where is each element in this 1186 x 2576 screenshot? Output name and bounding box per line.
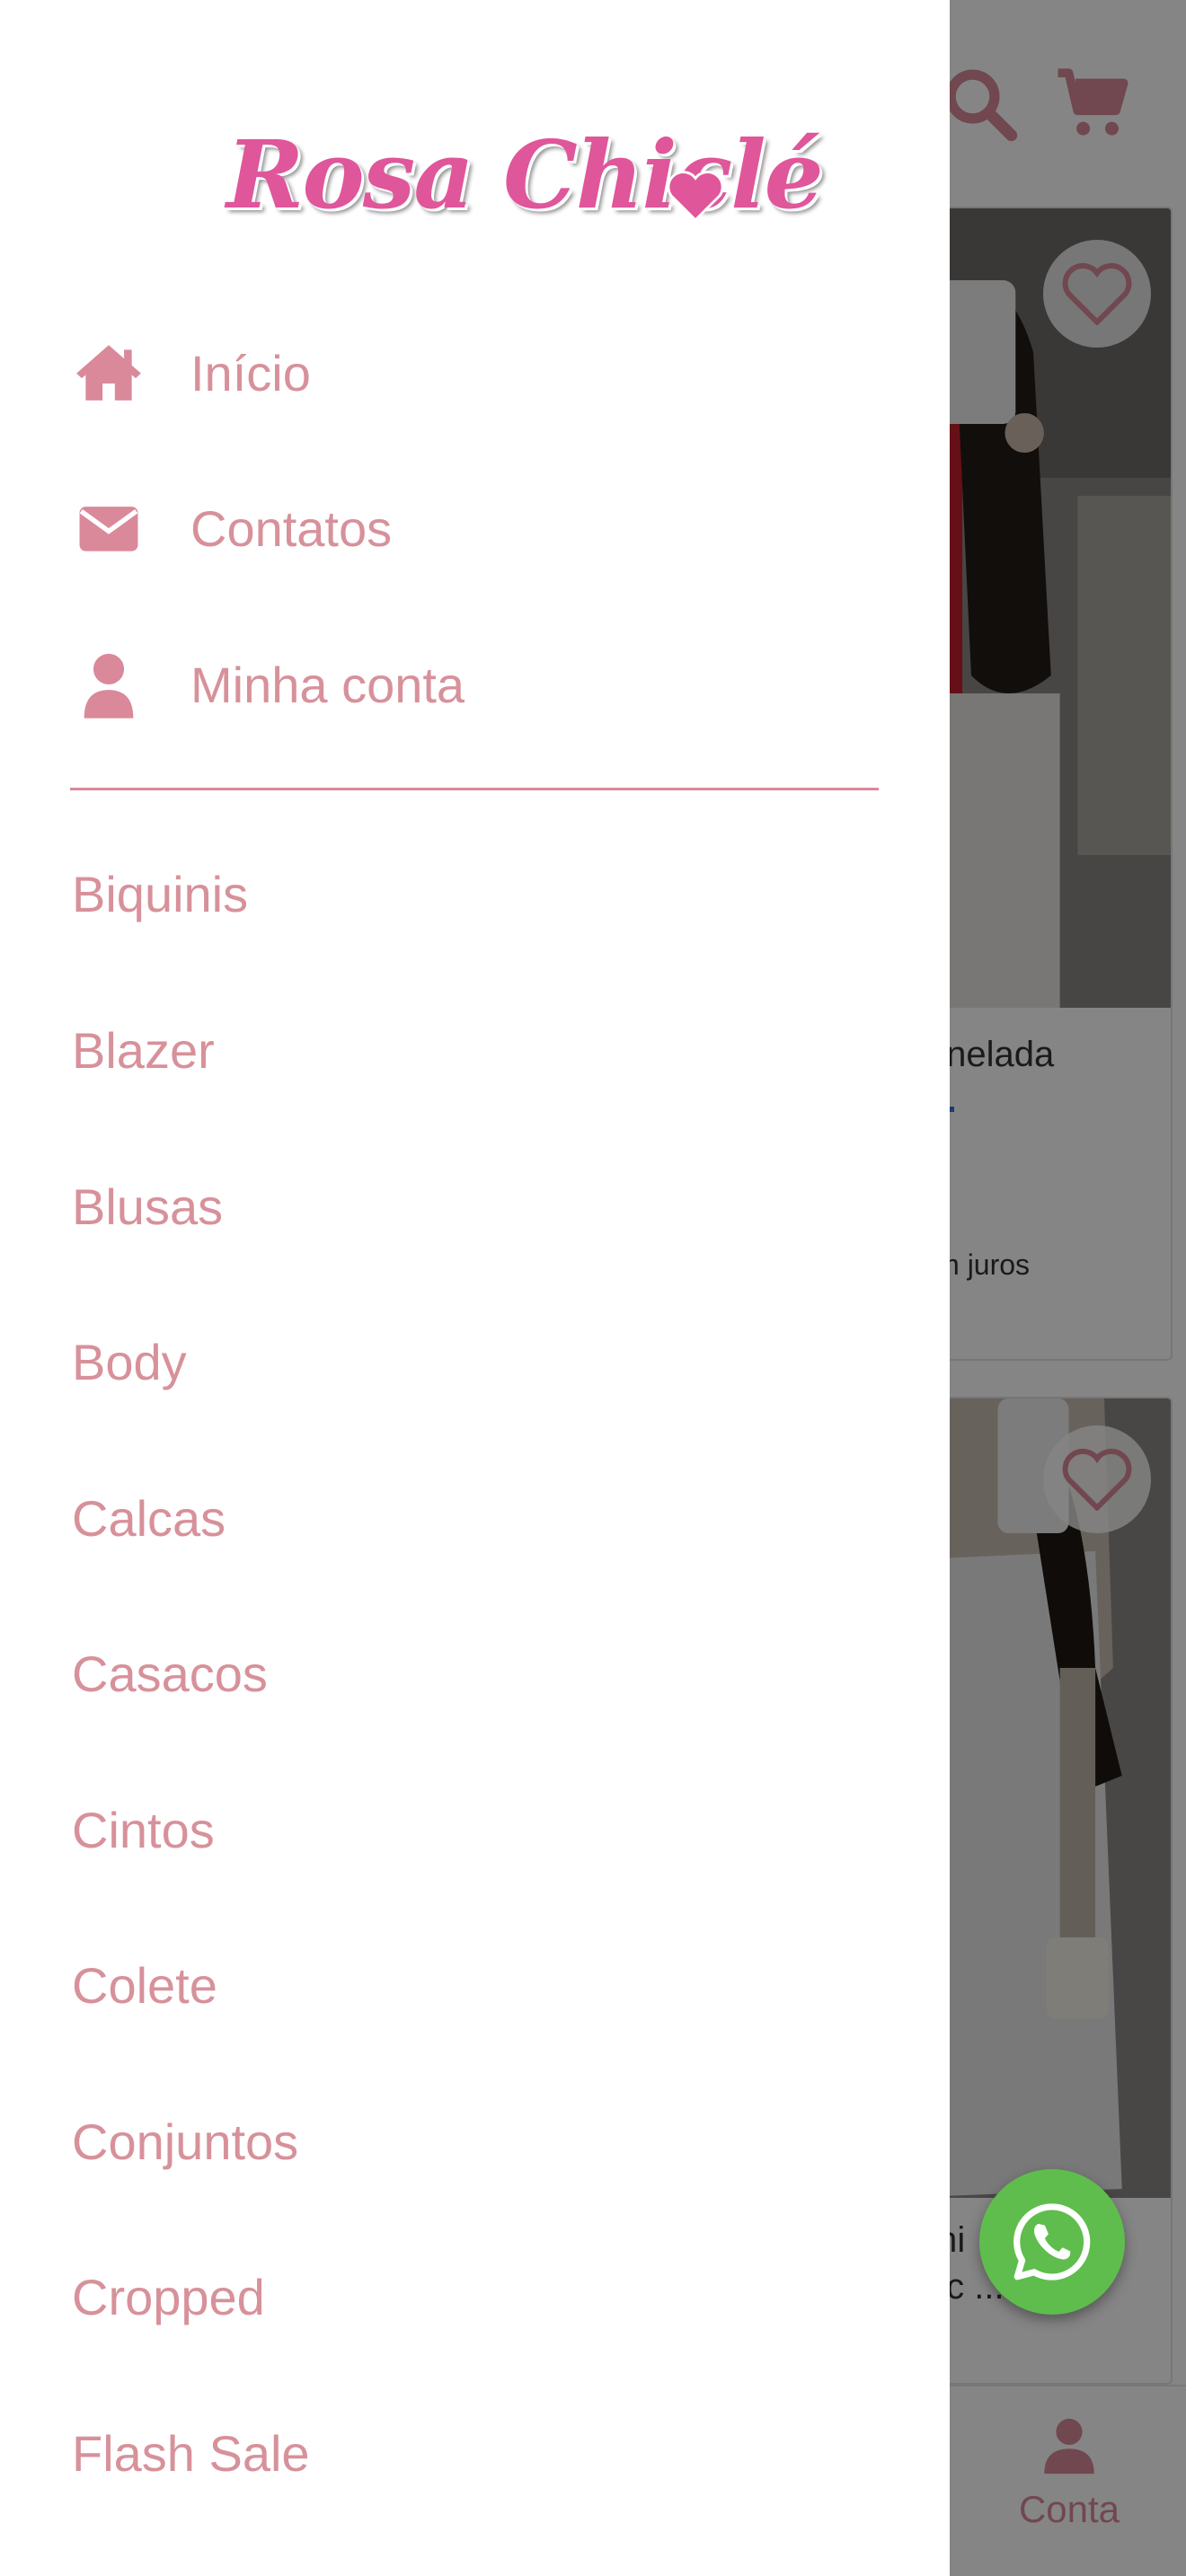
- category-label: Cintos: [72, 1801, 215, 1858]
- side-drawer: Rosa Chiclé Início Contatos Minha conta …: [0, 0, 950, 2576]
- nav-item-label: Contatos: [190, 499, 393, 557]
- category-item[interactable]: Casacos: [72, 1628, 881, 1718]
- category-label: Calcas: [72, 1489, 226, 1547]
- category-label: Blazer: [72, 1021, 215, 1079]
- category-item[interactable]: Flash Sale: [72, 2408, 881, 2498]
- category-label: Conjuntos: [72, 2113, 299, 2170]
- category-label: Cropped: [72, 2268, 265, 2325]
- nav-item-label: Minha conta: [190, 656, 465, 713]
- category-label: Blusas: [72, 1178, 224, 1235]
- whatsapp-button[interactable]: [979, 2169, 1125, 2315]
- category-item[interactable]: Blusas: [72, 1161, 881, 1251]
- drawer-divider: [70, 788, 879, 790]
- category-item[interactable]: Cropped: [72, 2252, 881, 2342]
- envelope-icon: [72, 491, 146, 565]
- category-item[interactable]: Calcas: [72, 1473, 881, 1563]
- category-item[interactable]: Biquinis: [72, 849, 881, 939]
- heart-logo-icon: [667, 171, 724, 222]
- nav-item-label: Início: [190, 344, 311, 401]
- category-item[interactable]: Colete: [72, 1940, 881, 2030]
- category-item[interactable]: Cintos: [72, 1785, 881, 1875]
- category-label: Flash Sale: [72, 2424, 310, 2482]
- category-item[interactable]: Blazer: [72, 1005, 881, 1095]
- brand-logo[interactable]: Rosa Chiclé: [226, 117, 824, 234]
- nav-item-minha-conta[interactable]: Minha conta: [72, 635, 881, 734]
- brand-logo-text: Rosa Chiclé: [226, 119, 824, 230]
- category-label: Body: [72, 1333, 187, 1390]
- home-icon: [72, 336, 146, 410]
- category-label: Biquinis: [72, 865, 249, 922]
- user-icon: [72, 648, 146, 721]
- nav-item-contatos[interactable]: Contatos: [72, 479, 881, 578]
- category-label: Colete: [72, 1956, 217, 2014]
- category-item[interactable]: Body: [72, 1317, 881, 1407]
- whatsapp-icon: [1013, 2203, 1091, 2280]
- nav-item-inicio[interactable]: Início: [72, 323, 881, 422]
- category-label: Casacos: [72, 1645, 268, 1702]
- category-item[interactable]: Conjuntos: [72, 2096, 881, 2186]
